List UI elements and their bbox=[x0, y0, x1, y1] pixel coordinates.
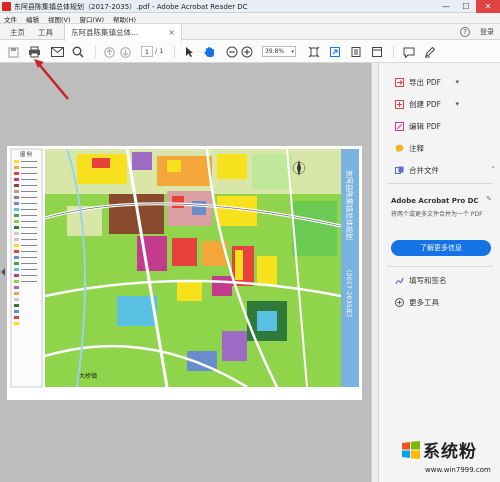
fill-sign-tool[interactable]: 填写和签名 bbox=[395, 273, 447, 287]
comment-tool[interactable]: 注释 bbox=[395, 141, 424, 155]
tab-home[interactable]: 主页 bbox=[4, 24, 31, 40]
windows-logo-icon bbox=[402, 441, 420, 459]
more-tools-icon bbox=[395, 297, 404, 307]
export-pdf-label: 导出 PDF bbox=[409, 77, 441, 87]
menu-file[interactable]: 文件 bbox=[0, 13, 22, 24]
menu-edit[interactable]: 编辑 bbox=[22, 13, 44, 24]
fit-page-icon[interactable] bbox=[307, 45, 321, 59]
chevron-down-icon[interactable]: ▾ bbox=[455, 78, 459, 86]
menu-bar: 文件 编辑 视图(V) 窗口(W) 帮助(H) bbox=[0, 13, 500, 24]
create-pdf-icon bbox=[395, 99, 404, 109]
edit-pdf-icon bbox=[395, 121, 404, 131]
map-subtitle-vertical: （2017-2035年） bbox=[345, 266, 354, 321]
window-title: 东阿县陈集镇总体规划（2017-2035）.pdf - Adobe Acroba… bbox=[14, 3, 248, 11]
next-page-icon[interactable] bbox=[118, 45, 132, 59]
chevron-up-icon[interactable]: ˄ bbox=[492, 166, 496, 174]
sign-in-link[interactable]: 登录 bbox=[480, 27, 494, 37]
help-icon[interactable]: ? bbox=[460, 27, 470, 37]
maximize-button[interactable]: ☐ bbox=[456, 0, 476, 13]
comment-tool-icon bbox=[395, 144, 404, 153]
fill-sign-icon bbox=[395, 276, 404, 285]
annotation-arrow bbox=[34, 59, 69, 100]
comment-tool-label: 注释 bbox=[409, 143, 424, 153]
toolbar-divider bbox=[174, 46, 175, 58]
promo-description: 将两个或更多文件合并为一个 PDF bbox=[391, 211, 483, 218]
acrobat-app-icon bbox=[2, 2, 11, 11]
tab-tools[interactable]: 工具 bbox=[32, 24, 59, 40]
create-pdf-label: 创建 PDF bbox=[409, 99, 441, 109]
planning-map-image: 图 例 大桥镇 东阿县陈集镇总体规划 （2017-2035年） bbox=[10, 148, 359, 389]
tab-bar: 主页 工具 东阿县陈集镇总体... × ? 登录 bbox=[0, 24, 500, 41]
read-mode-icon[interactable] bbox=[370, 45, 384, 59]
combine-files-icon bbox=[395, 166, 404, 175]
pin-icon[interactable]: ✎ bbox=[486, 195, 492, 203]
more-tools[interactable]: 更多工具 bbox=[395, 295, 439, 309]
more-tools-label: 更多工具 bbox=[409, 297, 439, 307]
create-pdf-tool[interactable]: 创建 PDF ▾ bbox=[395, 97, 459, 111]
map-title-vertical: 东阿县陈集镇总体规划 bbox=[345, 170, 354, 240]
close-tab-icon[interactable]: × bbox=[168, 28, 175, 37]
zoom-level-value: 39.8% bbox=[265, 48, 285, 55]
export-pdf-icon bbox=[395, 77, 404, 87]
menu-window[interactable]: 窗口(W) bbox=[76, 13, 110, 24]
zoom-in-icon[interactable] bbox=[240, 45, 254, 59]
pdf-page: 图 例 大桥镇 东阿县陈集镇总体规划 （2017-2035年） bbox=[7, 146, 362, 400]
select-cursor-icon[interactable] bbox=[182, 45, 196, 59]
title-bar: 东阿县陈集镇总体规划（2017-2035）.pdf - Adobe Acroba… bbox=[0, 0, 500, 13]
zoom-level-select[interactable]: 39.8% ▾ bbox=[262, 46, 296, 57]
window-controls: — ☐ ✕ bbox=[436, 0, 500, 13]
page-total: / 1 bbox=[155, 47, 164, 55]
document-scrollbar[interactable] bbox=[371, 63, 378, 482]
page-number-input[interactable]: 1 bbox=[141, 46, 153, 57]
legend-heading: 图 例 bbox=[20, 151, 32, 158]
save-icon[interactable] bbox=[6, 45, 20, 59]
watermark-url: www.win7999.com bbox=[425, 466, 491, 474]
promo-title: Adobe Acrobat Pro DC bbox=[391, 197, 479, 205]
menu-view[interactable]: 视图(V) bbox=[44, 13, 76, 24]
scrolling-mode-icon[interactable] bbox=[349, 45, 363, 59]
toolbar-divider bbox=[95, 46, 96, 58]
comment-icon[interactable] bbox=[402, 45, 416, 59]
combine-files-tool[interactable]: 合并文件 ˄ bbox=[395, 163, 495, 177]
close-window-button[interactable]: ✕ bbox=[476, 0, 500, 13]
collapse-left-pane-icon[interactable] bbox=[1, 268, 5, 276]
panel-divider bbox=[387, 266, 493, 267]
export-pdf-tool[interactable]: 导出 PDF ▾ bbox=[395, 75, 459, 89]
minimize-button[interactable]: — bbox=[436, 0, 456, 13]
highlight-pen-icon[interactable] bbox=[423, 45, 437, 59]
edit-pdf-tool[interactable]: 编辑 PDF bbox=[395, 119, 441, 133]
hand-tool-icon[interactable] bbox=[202, 45, 216, 59]
menu-help[interactable]: 帮助(H) bbox=[109, 13, 141, 24]
toolbar-divider bbox=[393, 46, 394, 58]
rotate-view-icon[interactable] bbox=[328, 45, 342, 59]
tab-document-label: 东阿县陈集镇总体... bbox=[71, 28, 139, 37]
edit-pdf-label: 编辑 PDF bbox=[409, 121, 441, 131]
previous-page-icon[interactable] bbox=[102, 45, 116, 59]
tab-document[interactable]: 东阿县陈集镇总体... × bbox=[64, 24, 182, 41]
chevron-down-icon[interactable]: ▾ bbox=[455, 100, 459, 108]
learn-more-button[interactable]: 了解更多信息 bbox=[391, 240, 491, 256]
place-label-daqiao: 大桥镇 bbox=[79, 372, 97, 380]
watermark-brand: 系统粉 bbox=[423, 442, 477, 462]
tools-pane: 导出 PDF ▾ 创建 PDF ▾ 编辑 PDF 注释 合并文件 ˄ ✎ Ado… bbox=[378, 63, 500, 482]
combine-files-label: 合并文件 bbox=[409, 165, 439, 175]
fill-sign-label: 填写和签名 bbox=[409, 275, 447, 285]
panel-divider bbox=[387, 183, 493, 184]
chevron-down-icon: ▾ bbox=[291, 49, 294, 55]
zoom-out-icon[interactable] bbox=[225, 45, 239, 59]
